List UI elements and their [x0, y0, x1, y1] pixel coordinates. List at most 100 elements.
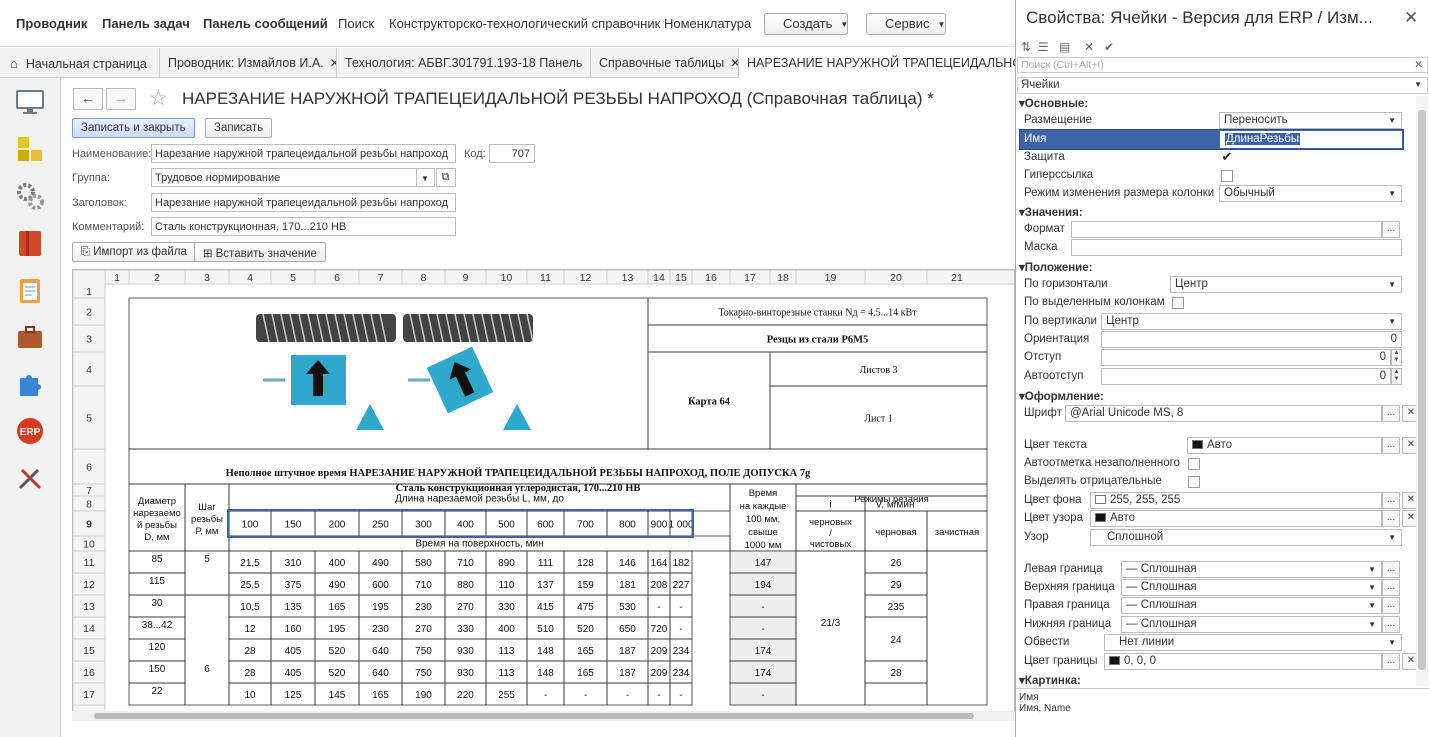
- border-color-edit-button[interactable]: ...: [1382, 653, 1400, 670]
- tab-explorer[interactable]: Проводник: Измайлов И.А.✕: [160, 48, 337, 78]
- save-and-close-button[interactable]: Записать и закрыть: [72, 118, 195, 138]
- format-edit-button[interactable]: ...: [1382, 221, 1400, 238]
- tab-reference-tables[interactable]: Справочные таблицы✕: [591, 48, 739, 78]
- pattern-color-input[interactable]: Авто: [1090, 510, 1382, 527]
- close-icon[interactable]: ✕: [730, 56, 738, 70]
- blocks-icon[interactable]: [14, 133, 46, 165]
- bg-color-edit-button[interactable]: ...: [1382, 492, 1400, 509]
- list-icon[interactable]: ▤: [1059, 40, 1070, 54]
- close-icon[interactable]: ✕: [1414, 59, 1423, 71]
- back-button[interactable]: ←: [73, 88, 103, 110]
- horizontal-align-select[interactable]: Центр ▼: [1170, 276, 1402, 293]
- spreadsheet-grid[interactable]: 1 2 3 4 5 6 7 8 9 10 11 12 13 14 15 16 17 18 19 20 21 1 2 3 4 5 6 7…: [72, 269, 1015, 719]
- menu-search[interactable]: Поиск: [338, 16, 374, 31]
- group-dropdown-button[interactable]: ▼: [416, 168, 435, 187]
- orientation-input[interactable]: 0: [1101, 331, 1402, 348]
- categories-icon[interactable]: ☰: [1038, 40, 1049, 54]
- bg-color-input[interactable]: 255, 255, 255: [1090, 492, 1382, 509]
- monitor-icon[interactable]: [14, 86, 46, 118]
- time-value: 520: [329, 668, 346, 679]
- sort-icon[interactable]: ⇅: [1021, 40, 1031, 54]
- resize-mode-select[interactable]: Обычный ▼: [1219, 185, 1402, 202]
- row-header: 16: [83, 667, 95, 679]
- create-dropdown[interactable]: Создать ▼: [764, 13, 848, 35]
- insert-value-button[interactable]: ⊞ Вставить значение: [194, 242, 326, 262]
- vertical-align-select[interactable]: Центр ▼: [1101, 313, 1402, 330]
- tab-technology[interactable]: Технология: АБВГ.301791.193-18 Панель✕: [337, 48, 591, 78]
- right-border-select[interactable]: — Сплошная ▼: [1121, 597, 1382, 614]
- save-button[interactable]: Записать: [205, 118, 273, 138]
- tab-threading-table[interactable]: НАРЕЗАНИЕ НАРУЖНОЙ ТРАПЕЦЕИДАЛЬНОЙ: [739, 48, 1015, 79]
- section-values[interactable]: ▾Значения:: [1019, 205, 1083, 219]
- briefcase-icon[interactable]: [14, 321, 46, 353]
- section-design[interactable]: ▾Оформление:: [1019, 389, 1104, 403]
- section-picture[interactable]: ▾Картинка:: [1019, 673, 1081, 687]
- placement-select[interactable]: Переносить ▼: [1219, 112, 1402, 129]
- group-open-button[interactable]: ⧉: [436, 168, 456, 187]
- favorite-star-icon[interactable]: ☆: [149, 86, 168, 111]
- text-color-input[interactable]: Авто: [1187, 437, 1382, 454]
- clear-icon[interactable]: ✕: [1084, 40, 1094, 54]
- hyperlink-checkbox[interactable]: [1221, 170, 1233, 182]
- autoindent-label: Автоотступ: [1024, 370, 1084, 382]
- name-property-input[interactable]: ДлинаРезьбы: [1220, 131, 1402, 148]
- right-border-edit-button[interactable]: ...: [1382, 597, 1400, 614]
- autoindent-spinner[interactable]: ▲ ▼: [1391, 368, 1402, 385]
- indent-input[interactable]: 0: [1101, 349, 1391, 366]
- close-icon[interactable]: ✕: [330, 56, 336, 70]
- comment-field[interactable]: Сталь конструкционная, 170...210 НВ: [151, 217, 456, 236]
- left-border-select[interactable]: — Сплошная ▼: [1121, 561, 1382, 578]
- clipboard-icon[interactable]: [14, 274, 46, 306]
- autoindent-input[interactable]: 0: [1101, 368, 1391, 385]
- top-border-select[interactable]: — Сплошная ▼: [1121, 579, 1382, 596]
- erp-icon[interactable]: ERP: [14, 415, 46, 447]
- outline-select[interactable]: Нет линии ▼: [1104, 634, 1402, 651]
- object-selector[interactable]: Ячейки ▼: [1017, 77, 1428, 94]
- horizontal-scroll-thumb[interactable]: [94, 713, 974, 719]
- bottom-border-edit-button[interactable]: ...: [1382, 616, 1400, 633]
- left-border-edit-button[interactable]: ...: [1382, 561, 1400, 578]
- time-value: 21,5: [240, 558, 260, 569]
- apply-icon[interactable]: ✔: [1104, 40, 1114, 54]
- section-basic[interactable]: ▾Основные:: [1019, 96, 1088, 110]
- horizontal-scrollbar[interactable]: [72, 711, 1015, 721]
- gears-icon[interactable]: [14, 180, 46, 212]
- font-input[interactable]: @Arial Unicode MS, 8: [1065, 405, 1382, 422]
- menu-design-reference[interactable]: Конструкторско-технологический справочни…: [389, 16, 660, 31]
- border-color-input[interactable]: 0, 0, 0: [1104, 653, 1382, 670]
- panel-search-input[interactable]: Поиск (Ctrl+Alt+I) ✕: [1017, 57, 1428, 73]
- length-value-text: 400: [457, 520, 474, 531]
- header-field[interactable]: Нарезание наружной трапецеидальной резьб…: [151, 193, 456, 212]
- name-field[interactable]: Нарезание наружной трапецеидальной резьб…: [151, 144, 456, 163]
- code-field[interactable]: 707: [489, 144, 535, 163]
- text-color-edit-button[interactable]: ...: [1382, 437, 1400, 454]
- negative-highlight-checkbox[interactable]: [1188, 476, 1200, 488]
- group-field[interactable]: Трудовое нормирование: [151, 168, 435, 187]
- automark-checkbox[interactable]: [1188, 458, 1200, 470]
- indent-spinner[interactable]: ▲ ▼: [1391, 349, 1402, 366]
- puzzle-icon[interactable]: [14, 368, 46, 400]
- menu-task-panel[interactable]: Панель задач: [102, 16, 190, 31]
- panel-scroll-thumb[interactable]: [1418, 110, 1426, 670]
- format-input[interactable]: [1071, 221, 1382, 238]
- section-position[interactable]: ▾Положение:: [1019, 260, 1092, 274]
- tab-home[interactable]: ⌂ Начальная страница: [0, 48, 160, 78]
- pattern-select[interactable]: Сплошной ▼: [1090, 529, 1402, 546]
- protect-checkbox[interactable]: ✔: [1221, 150, 1233, 164]
- close-icon[interactable]: ✕: [1404, 8, 1418, 28]
- import-from-file-button[interactable]: ⎘ Импорт из файла: [72, 242, 196, 262]
- top-border-edit-button[interactable]: ...: [1382, 579, 1400, 596]
- menu-message-panel[interactable]: Панель сообщений: [203, 16, 328, 31]
- menu-nomenclature[interactable]: Номенклатура: [664, 16, 751, 31]
- mask-input[interactable]: [1071, 239, 1402, 256]
- menu-explorer[interactable]: Проводник: [16, 16, 87, 31]
- bottom-border-select[interactable]: — Сплошная ▼: [1121, 616, 1382, 633]
- table-subtitle-text: Сталь конструкционная углеродистая, 170.…: [396, 483, 641, 494]
- tools-icon[interactable]: [14, 462, 46, 494]
- service-dropdown[interactable]: Сервис ▼: [866, 13, 946, 35]
- forward-button[interactable]: →: [106, 88, 136, 110]
- selected-columns-checkbox[interactable]: [1172, 297, 1184, 309]
- pattern-color-edit-button[interactable]: ...: [1382, 510, 1400, 527]
- font-edit-button[interactable]: ...: [1382, 405, 1400, 422]
- book-icon[interactable]: [14, 227, 46, 259]
